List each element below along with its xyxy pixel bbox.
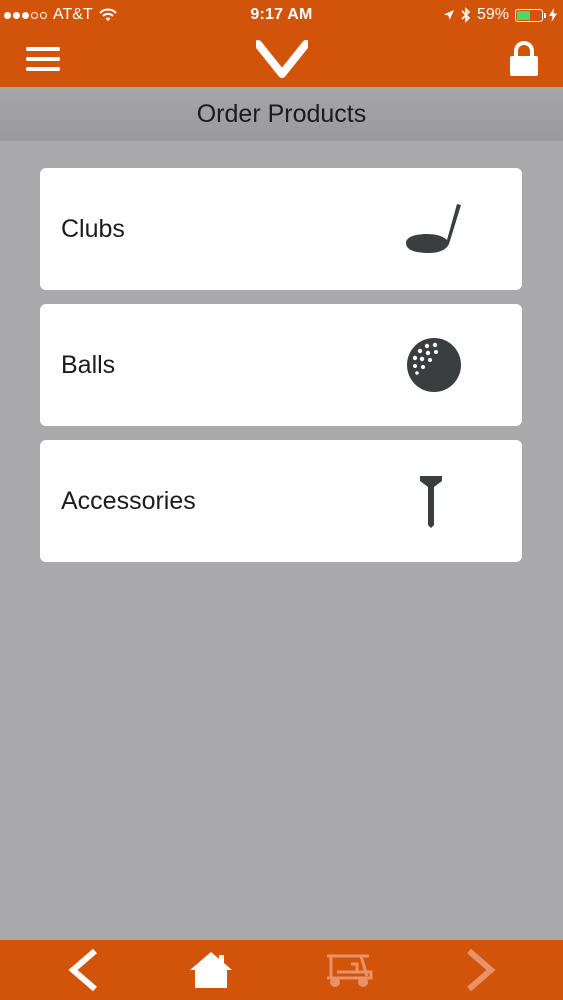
chevron-left-icon [68, 948, 97, 992]
category-balls[interactable]: Balls [40, 304, 522, 426]
chevron-logo-icon [256, 39, 308, 78]
golf-cart-button[interactable] [318, 940, 378, 1000]
category-accessories[interactable]: Accessories [40, 440, 522, 562]
back-button[interactable] [58, 940, 108, 1000]
status-right: 59% [443, 0, 557, 30]
battery-fill [517, 10, 531, 20]
lock-icon [510, 40, 538, 76]
category-list: Clubs Balls Accessories [40, 168, 522, 576]
carrier-name: AT&T [53, 6, 93, 23]
location-arrow-icon [443, 10, 454, 20]
menu-button[interactable] [24, 30, 62, 87]
bluetooth-icon [461, 7, 471, 23]
category-clubs[interactable]: Clubs [40, 168, 522, 290]
golf-cart-icon [327, 954, 373, 987]
lock-button[interactable] [504, 30, 544, 87]
charging-bolt-icon [549, 8, 557, 22]
golf-tee-icon [416, 440, 446, 562]
forward-button[interactable] [456, 940, 506, 1000]
category-label: Balls [61, 351, 116, 379]
chevron-right-icon [467, 948, 496, 992]
logo-button[interactable] [252, 30, 312, 87]
home-icon [190, 952, 232, 988]
golf-club-icon [402, 168, 466, 290]
battery-icon [515, 8, 546, 22]
battery-percent: 59% [476, 6, 509, 23]
tab-bar [0, 940, 563, 1000]
status-bar: AT&T 9:17 AM 59% [0, 0, 563, 30]
status-left: AT&T [4, 0, 117, 30]
category-label: Accessories [61, 487, 196, 515]
category-label: Clubs [61, 215, 125, 243]
home-button[interactable] [186, 940, 236, 1000]
wifi-icon [98, 8, 117, 21]
golf-ball-icon [404, 304, 464, 426]
hamburger-icon [26, 46, 60, 71]
page-header: Order Products [0, 87, 563, 141]
nav-bar [0, 30, 563, 87]
page-title: Order Products [196, 99, 367, 128]
signal-strength-icon [4, 11, 47, 19]
